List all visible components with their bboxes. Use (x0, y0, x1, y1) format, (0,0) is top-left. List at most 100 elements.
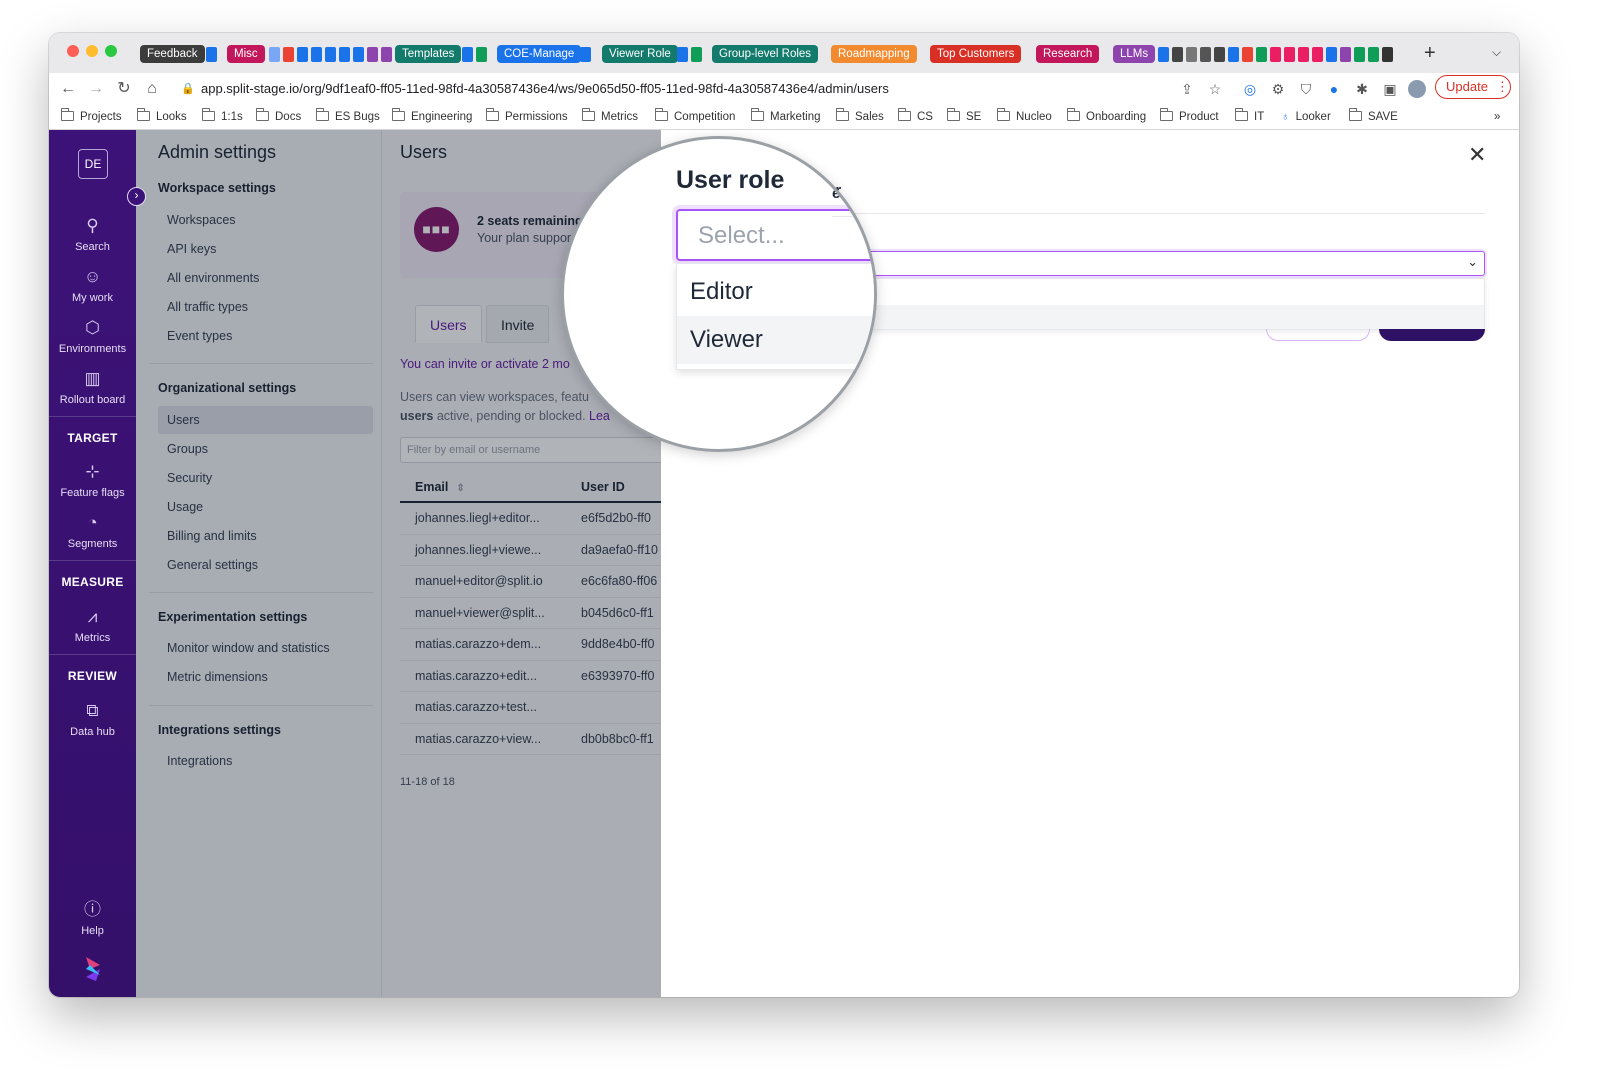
tab-favicon[interactable] (1354, 47, 1365, 62)
bookmark-save[interactable]: SAVE (1348, 108, 1398, 126)
tab-favicon[interactable] (1172, 47, 1183, 62)
tab-group-llms[interactable]: LLMs (1113, 45, 1156, 63)
tab-favicon[interactable] (462, 47, 473, 62)
save-button[interactable] (1379, 329, 1485, 341)
reload-icon[interactable]: ↻ (113, 78, 135, 100)
bookmark-marketing[interactable]: Marketing (750, 108, 821, 126)
tab-favicon[interactable] (1200, 47, 1211, 62)
tab-favicon[interactable] (1326, 47, 1337, 62)
back-arrow-icon[interactable]: ← (57, 78, 79, 100)
tab-favicon[interactable] (677, 47, 688, 62)
bookmark-looks[interactable]: Looks (136, 108, 187, 126)
cancel-button[interactable] (1266, 329, 1370, 341)
nav-feature-flags[interactable]: ⊹ Feature flags (49, 462, 136, 499)
nav-metrics[interactable]: ⩘ Metrics (49, 607, 136, 644)
tab-favicon[interactable] (381, 47, 392, 62)
side-panel-icon[interactable]: ▣ (1380, 79, 1400, 99)
tab-group-feedback[interactable]: Feedback (140, 45, 205, 63)
tab-group-viewer-role[interactable]: Viewer Role (602, 45, 678, 63)
bookmark-competition[interactable]: Competition (654, 108, 735, 126)
tab-favicon[interactable] (1214, 47, 1225, 62)
bookmark-product[interactable]: Product (1159, 108, 1219, 126)
tab-group-templates[interactable]: Templates (395, 45, 462, 63)
tab-group-misc[interactable]: Misc (227, 45, 265, 63)
option-editor[interactable]: Editor (677, 268, 874, 316)
url-field[interactable]: app.split-stage.io/org/9df1eaf0-ff05-11e… (201, 79, 889, 99)
bookmark-sales[interactable]: Sales (835, 108, 884, 126)
tab-favicon[interactable] (269, 47, 280, 62)
password-manager-icon[interactable]: ◎ (1240, 79, 1260, 99)
bookmark-it[interactable]: IT (1234, 108, 1264, 126)
tab-favicon[interactable] (1158, 47, 1169, 62)
tab-favicon[interactable] (1382, 47, 1393, 62)
tab-favicon[interactable] (325, 47, 336, 62)
tab-favicon[interactable] (1312, 47, 1323, 62)
tab-group-research[interactable]: Research (1036, 45, 1100, 63)
nav-help[interactable]: ⓘ Help (49, 900, 136, 937)
extension-gear-icon[interactable]: ⚙ (1268, 79, 1288, 99)
bookmark-se[interactable]: SE (946, 108, 981, 126)
collapse-sidebar-button[interactable]: › (127, 187, 146, 206)
tab-favicon[interactable] (1256, 47, 1267, 62)
nav-my-work[interactable]: ☺ My work (49, 267, 136, 304)
nav-rollout-board[interactable]: ▥ Rollout board (49, 369, 136, 406)
tab-search-chevron-icon[interactable]: ⌵ (1492, 45, 1501, 60)
tab-favicon[interactable] (367, 47, 378, 62)
bookmarks-overflow-button[interactable]: » (1494, 108, 1500, 126)
bookmark-engineering[interactable]: Engineering (391, 108, 472, 126)
home-icon[interactable]: ⌂ (141, 78, 163, 100)
share-icon[interactable]: ⇪ (1177, 79, 1197, 99)
tab-favicon[interactable] (297, 47, 308, 62)
tab-favicon[interactable] (311, 47, 322, 62)
nav-search[interactable]: ⚲ Search (49, 216, 136, 253)
bookmark-looker[interactable]: ♁ Looker (1281, 108, 1331, 126)
bookmark-1-1s[interactable]: 1:1s (201, 108, 243, 126)
zoom-window-button[interactable] (105, 45, 117, 57)
star-icon[interactable]: ☆ (1205, 79, 1225, 99)
tab-favicon[interactable] (1270, 47, 1281, 62)
option-viewer[interactable]: Viewer (677, 316, 874, 364)
close-icon[interactable]: ✕ (1468, 144, 1486, 166)
bookmark-cs[interactable]: CS (897, 108, 933, 126)
lock-icon[interactable]: 🔒 (177, 78, 199, 100)
user-role-select-zoomed[interactable]: Select... (676, 209, 874, 261)
tab-favicon[interactable] (691, 47, 702, 62)
tab-favicon[interactable] (580, 47, 591, 62)
tab-favicon[interactable] (1340, 47, 1351, 62)
profile-avatar[interactable] (1408, 80, 1426, 98)
bookmark-permissions[interactable]: Permissions (485, 108, 568, 126)
tab-group-group-level-roles[interactable]: Group-level Roles (712, 45, 819, 63)
update-button[interactable]: Update ⋮ (1435, 75, 1511, 99)
bookmark-metrics[interactable]: Metrics (581, 108, 638, 126)
tab-favicon[interactable] (1368, 47, 1379, 62)
puzzle-icon[interactable]: ✱ (1352, 79, 1372, 99)
bookmark-es-bugs[interactable]: ES Bugs (315, 108, 380, 126)
bookmark-nucleo[interactable]: Nucleo (996, 108, 1052, 126)
tab-group-roadmapping[interactable]: Roadmapping (831, 45, 917, 63)
tab-group-top-customers[interactable]: Top Customers (930, 45, 1022, 63)
user-role-select[interactable]: ⌄ (827, 251, 1485, 276)
tab-favicon[interactable] (476, 47, 487, 62)
extension-icon[interactable]: ● (1324, 79, 1344, 99)
nav-segments[interactable]: ◔ Segments (49, 513, 136, 550)
forward-arrow-icon[interactable]: → (85, 78, 107, 100)
tab-favicon[interactable] (339, 47, 350, 62)
tab-favicon[interactable] (206, 47, 217, 62)
tab-favicon[interactable] (1242, 47, 1253, 62)
bookmark-onboarding[interactable]: Onboarding (1066, 108, 1146, 126)
workspace-avatar[interactable]: DE (78, 149, 108, 179)
tab-favicon[interactable] (283, 47, 294, 62)
bookmark-icon[interactable]: ⛉ (1296, 79, 1316, 99)
close-window-button[interactable] (67, 45, 79, 57)
bookmark-docs[interactable]: Docs (255, 108, 301, 126)
tab-favicon[interactable] (1298, 47, 1309, 62)
tab-favicon[interactable] (1284, 47, 1295, 62)
bookmark-projects[interactable]: Projects (60, 108, 122, 126)
nav-data-hub[interactable]: ⧉ Data hub (49, 701, 136, 738)
tab-favicon[interactable] (1186, 47, 1197, 62)
new-tab-button[interactable]: + (1424, 42, 1436, 65)
tab-favicon[interactable] (353, 47, 364, 62)
tab-group-coe-manage[interactable]: COE-Manage (497, 45, 582, 63)
nav-environments[interactable]: ⬡ Environments (49, 318, 136, 355)
tab-favicon[interactable] (1228, 47, 1239, 62)
